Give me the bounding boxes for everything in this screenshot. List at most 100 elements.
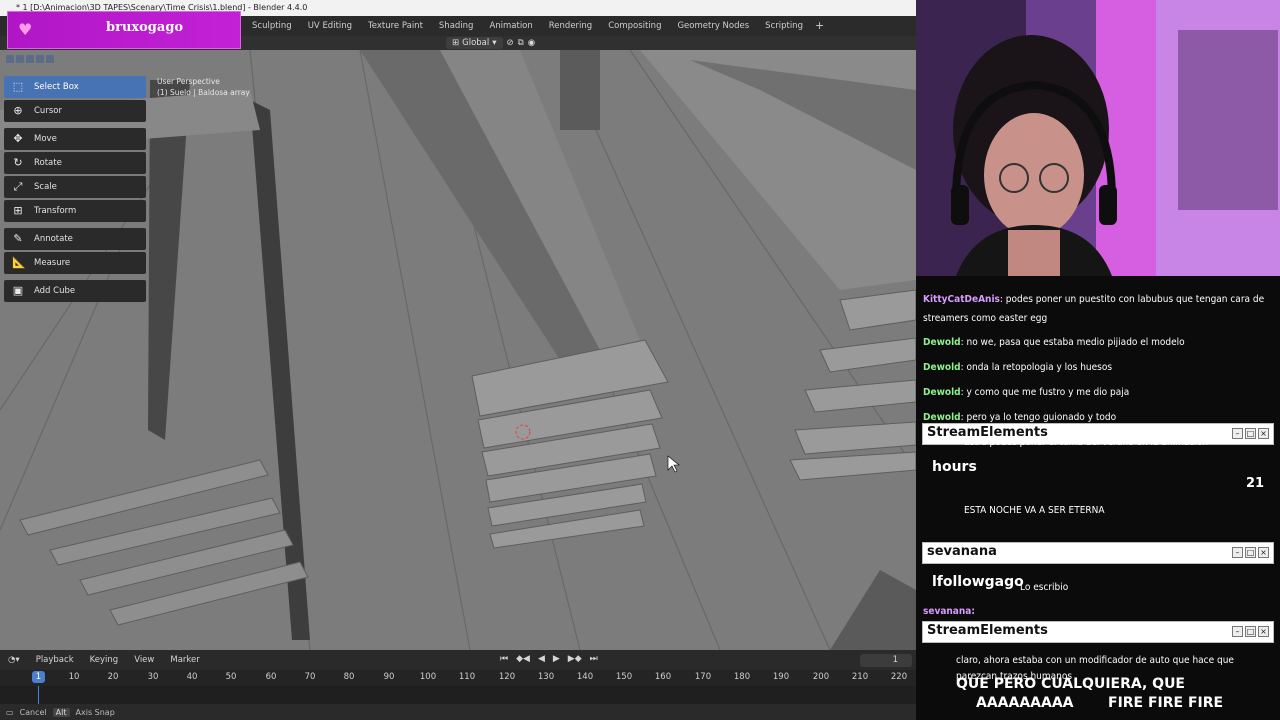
snap-icon[interactable]: ⧉ — [518, 38, 524, 48]
alert-title: sevanana — [927, 544, 997, 559]
add-workspace-button[interactable]: + — [811, 16, 828, 36]
current-frame-field[interactable]: 1 — [860, 654, 912, 667]
ruler-tick: 220 — [890, 672, 908, 682]
tool-select-box[interactable]: ⬚ Select Box — [4, 76, 146, 98]
tool-cursor[interactable]: ⊕ Cursor — [4, 100, 146, 122]
ruler-tick: 70 — [304, 672, 316, 682]
tab-scripting[interactable]: Scripting — [757, 16, 811, 36]
ruler-tick: 200 — [812, 672, 830, 682]
play-reverse-icon[interactable]: ◀ — [538, 654, 545, 664]
close-icon[interactable]: × — [1258, 547, 1269, 558]
chat-message: sevanana: — [923, 602, 1273, 621]
object-info-label: (1) Suelo | Baldosa array — [157, 88, 250, 97]
ruler-tick: 30 — [147, 672, 159, 682]
orientation-selector[interactable]: ⊞ Global ▾ ⊘ ⧉ ◉ — [446, 36, 535, 50]
ruler-tick: 150 — [615, 672, 633, 682]
alert-big-text: hours — [932, 459, 977, 475]
tool-label: Rotate — [34, 158, 62, 168]
alert-big-text: FIRE FIRE FIRE — [1108, 695, 1224, 711]
perspective-label: User Perspective — [157, 77, 220, 86]
alert-big-text: QUE PERO CUALQUIERA, QUE — [956, 676, 1185, 692]
chat-username: Dewold — [923, 337, 961, 348]
chat-username: Dewold — [923, 362, 961, 373]
next-key-icon[interactable]: ▶◆ — [568, 654, 582, 664]
tool-label: Select Box — [34, 82, 79, 92]
tool-scale[interactable]: ⤢ Scale — [4, 176, 146, 198]
mouse-left-icon: ▭ — [6, 707, 14, 717]
close-icon[interactable]: × — [1258, 626, 1269, 637]
timeline-header: ◔▾ Playback Keying View Marker ⏮ ◆◀ ◀ ▶ … — [0, 650, 916, 670]
menu-keying[interactable]: Keying — [82, 655, 127, 665]
select-intersect-icon[interactable] — [46, 55, 54, 63]
heart-icon: ♥ — [18, 20, 33, 39]
tab-geometry-nodes[interactable]: Geometry Nodes — [669, 16, 757, 36]
tab-shading[interactable]: Shading — [431, 16, 482, 36]
minimize-icon[interactable]: – — [1232, 547, 1243, 558]
tool-transform[interactable]: ⊞ Transform — [4, 200, 146, 222]
tab-rendering[interactable]: Rendering — [541, 16, 600, 36]
chat-text: onda la retopologia y los huesos — [966, 362, 1113, 373]
minimize-icon[interactable]: – — [1232, 626, 1243, 637]
streamer-banner: ♥ bruxogago — [8, 12, 240, 48]
menu-marker[interactable]: Marker — [162, 655, 207, 665]
select-subtract-icon[interactable] — [26, 55, 34, 63]
playhead[interactable]: 1 — [32, 671, 45, 683]
chat-message: Dewold: onda la retopologia y los huesos — [923, 362, 1113, 373]
chat-text: astro podes poner el tema del verano en … — [964, 437, 1209, 448]
tool-add-cube[interactable]: ▣ Add Cube — [4, 280, 146, 302]
chat-text: no we, pasa que estaba medio pijiado el … — [966, 337, 1185, 348]
ruler-tick: 180 — [733, 672, 751, 682]
ruler-tick: 170 — [694, 672, 712, 682]
alert-window: StreamElements – □ × — [922, 621, 1274, 643]
chat-message: Dewold: no we, pasa que estaba medio pij… — [923, 337, 1185, 348]
transform-icon: ⊞ — [13, 204, 23, 217]
prev-key-icon[interactable]: ◆◀ — [516, 654, 530, 664]
jump-end-icon[interactable]: ⏭ — [590, 654, 598, 664]
menu-view[interactable]: View — [126, 655, 162, 665]
timeline-body[interactable] — [0, 686, 916, 704]
pivot-icon[interactable]: ⊘ — [507, 38, 514, 48]
ruler-tick: 140 — [576, 672, 594, 682]
chat-message: KittyCatDeAnis: podes poner un puestito … — [923, 294, 1265, 324]
tab-texture-paint[interactable]: Texture Paint — [360, 16, 431, 36]
tool-annotate[interactable]: ✎ Annotate — [4, 228, 146, 250]
editor-type-icon[interactable]: ◔▾ — [0, 655, 28, 665]
select-invert-icon[interactable] — [36, 55, 44, 63]
menu-playback[interactable]: Playback — [28, 655, 82, 665]
tool-label: Annotate — [34, 234, 73, 244]
tool-label: Transform — [34, 206, 77, 216]
tab-animation[interactable]: Animation — [481, 16, 540, 36]
tool-measure[interactable]: 📐 Measure — [4, 252, 146, 274]
tool-rotate[interactable]: ↻ Rotate — [4, 152, 146, 174]
select-new-icon[interactable] — [6, 55, 14, 63]
proportional-edit-icon[interactable]: ◉ — [528, 38, 535, 48]
webcam-feed — [916, 0, 1280, 276]
chat-message: Dewold: y como que me fustro y me dio pa… — [923, 387, 1130, 398]
tab-compositing[interactable]: Compositing — [600, 16, 669, 36]
jump-start-icon[interactable]: ⏮ — [500, 654, 508, 664]
orientation-label: Global — [462, 38, 490, 48]
select-mode-icons — [6, 55, 54, 63]
chat-text: pero ya lo tengo guionado y todo — [966, 412, 1117, 422]
select-extend-icon[interactable] — [16, 55, 24, 63]
alert-big-text: lfollowgago — [932, 574, 1024, 590]
webcam-image — [916, 0, 1280, 276]
timeline-ruler[interactable]: 1 10 20 30 40 50 60 70 80 90 100 110 120… — [0, 670, 916, 686]
status-bar: ▭ Cancel Alt Axis Snap — [0, 704, 916, 720]
viewport-info: User Perspective (1) Suelo | Baldosa arr… — [157, 76, 250, 98]
maximize-icon[interactable]: □ — [1245, 626, 1256, 637]
ruler-tick: 130 — [537, 672, 555, 682]
chat-text: y como que me fustro y me dio paja — [966, 387, 1130, 398]
ruler-tick: 60 — [265, 672, 277, 682]
play-icon[interactable]: ▶ — [553, 654, 560, 664]
ruler-tick: 50 — [225, 672, 237, 682]
tool-label: Cursor — [34, 106, 62, 116]
tab-uv-editing[interactable]: UV Editing — [300, 16, 360, 36]
alert-title: StreamElements — [927, 623, 1048, 638]
maximize-icon[interactable]: □ — [1245, 547, 1256, 558]
ruler-tick: 90 — [383, 672, 395, 682]
chat-text: Lo escribio — [1020, 582, 1069, 593]
tab-sculpting[interactable]: Sculpting — [244, 16, 300, 36]
tool-move[interactable]: ✥ Move — [4, 128, 146, 150]
chat-message: Dewold: pero ya lo tengo guionado y todo — [923, 412, 1117, 422]
